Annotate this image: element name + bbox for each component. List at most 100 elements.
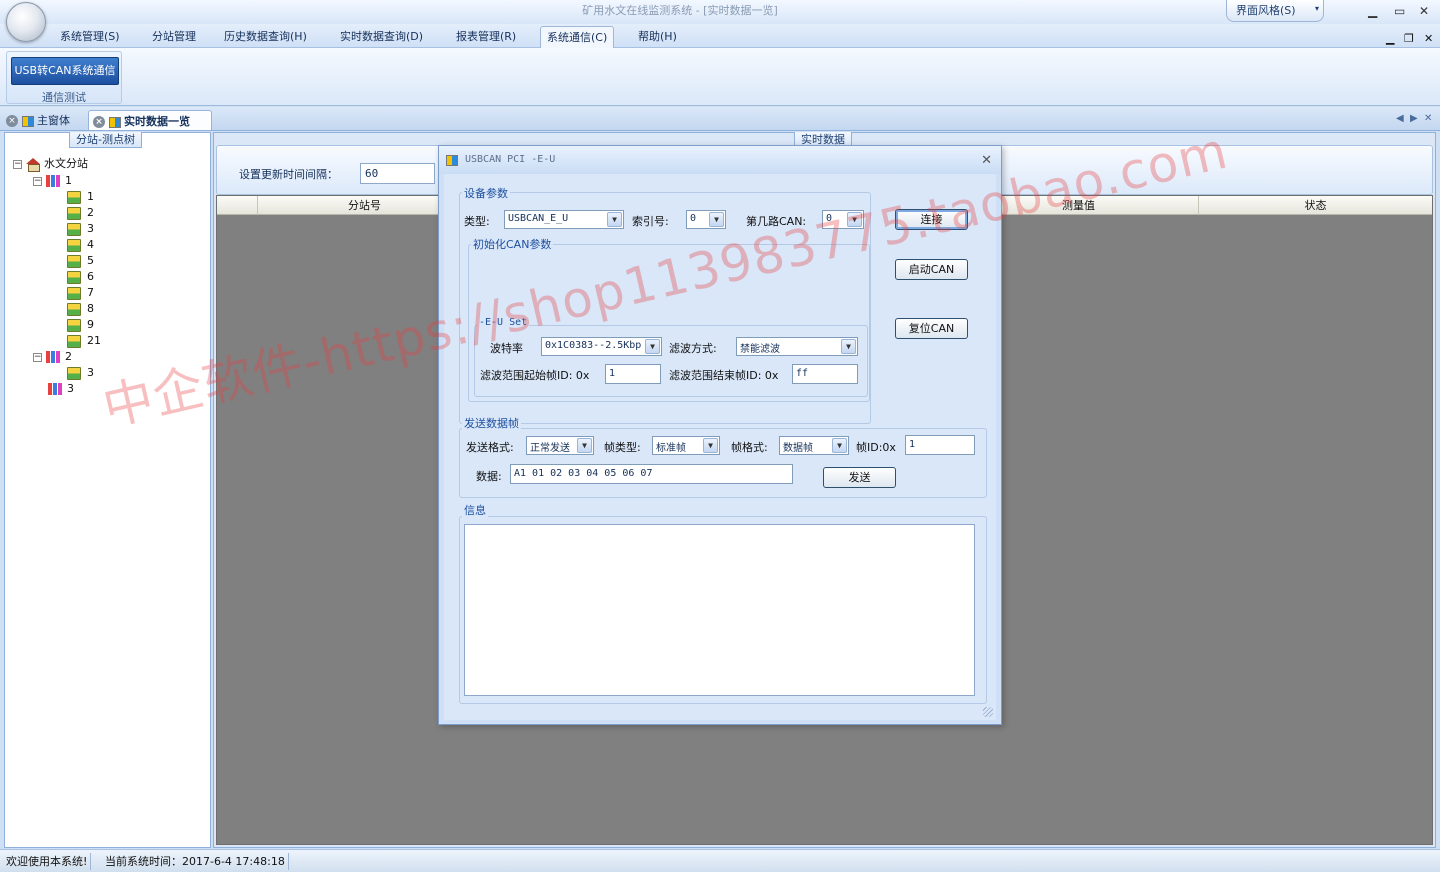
tree-node-label: 3 [87,222,94,235]
filter-start-id-input[interactable]: 1 [605,364,661,384]
index-combo-value: 0 [690,213,697,224]
chevron-down-icon: ▾ [1314,4,1319,13]
menu-substation-management[interactable]: 分站管理 [152,28,196,44]
resize-grip-icon[interactable] [983,707,993,717]
tree-node-label: 水文分站 [44,157,88,170]
menu-history-query[interactable]: 历史数据查询(H) [224,28,307,44]
tree-node-point[interactable]: 4 [67,237,94,253]
tree-node-point[interactable]: 2 [67,205,94,221]
tree-node-label: 1 [65,174,72,187]
mdi-minimize-button[interactable]: ▁ [1386,32,1394,45]
send-button[interactable]: 发送 [823,467,896,488]
mdi-close-button[interactable]: ✕ [1424,32,1433,45]
frame-id-input[interactable]: 1 [905,435,975,455]
send-format-combo-value: 正常发送 [530,443,570,454]
tree-node-station[interactable]: 3 [48,381,74,397]
station-tree-panel: 分站-测点树 − 水文分站 −1 1 2 3 4 5 6 7 8 9 21 −2 … [4,132,211,848]
tree-node-point[interactable]: 3 [67,365,94,381]
mdi-tab-strip: × 主窗体 × 实时数据一览 ◀ ▶ ✕ [0,107,1440,131]
tab-scroll-right-icon[interactable]: ▶ [1410,113,1418,124]
filter-end-id-label: 滤波范围结束帧ID: 0x [669,369,779,382]
node-icon [67,270,81,284]
menu-realtime-query[interactable]: 实时数据查询(D) [340,28,423,44]
dialog-title: USBCAN PCI -E-U [465,154,556,165]
tree-node-point[interactable]: 21 [67,333,101,349]
tree-node-point[interactable]: 3 [67,221,94,237]
node-icon [67,302,81,316]
tree-node-station[interactable]: −2 [33,349,72,365]
close-icon[interactable]: × [93,116,105,128]
collapse-icon[interactable]: − [13,159,22,169]
info-textarea[interactable] [464,524,975,696]
start-can-button[interactable]: 启动CAN [895,259,968,280]
connect-button[interactable]: 连接 [895,209,968,230]
tree-node-label: 8 [87,302,94,315]
chevron-down-icon[interactable]: ▼ [607,212,622,227]
frame-format-combo-value: 数据帧 [783,443,813,454]
frame-type-label: 帧类型: [604,441,641,454]
tree-node-station[interactable]: −1 [33,173,72,189]
node-icon [67,366,81,380]
tree-node-point[interactable]: 5 [67,253,94,269]
baud-combo[interactable]: 0x1C0383--2.5Kbp ▼ [541,337,662,356]
tree-node-point[interactable]: 8 [67,301,94,317]
can-channel-combo-value: 0 [826,213,833,224]
tab-main-window[interactable]: × 主窗体 [2,110,86,130]
node-icon [67,238,81,252]
menu-system-communication[interactable]: 系统通信(C) [540,26,615,48]
collapse-icon[interactable]: − [33,176,42,186]
index-combo[interactable]: 0 ▼ [686,210,726,229]
ribbon-group-comm-test: USB转CAN系统通信 通信测试 [6,51,122,104]
usb-can-comm-button[interactable]: USB转CAN系统通信 [11,57,119,85]
collapse-icon[interactable]: − [33,352,42,362]
dialog-close-button[interactable]: ✕ [981,153,992,168]
index-label: 索引号: [632,215,669,228]
interval-input[interactable]: 60 [360,163,435,184]
chevron-down-icon[interactable]: ▼ [645,339,660,354]
chevron-down-icon[interactable]: ▼ [577,438,592,453]
menu-system-management[interactable]: 系统管理(S) [60,28,120,44]
tab-realtime-data[interactable]: × 实时数据一览 [88,110,212,130]
frame-type-combo[interactable]: 标准帧 ▼ [652,436,720,455]
tree-node-label: 6 [87,270,94,283]
ribbon-group-label: 通信测试 [42,91,86,104]
mdi-restore-button[interactable]: ❐ [1404,32,1414,45]
app-orb-button[interactable] [6,2,46,42]
tree-node-point[interactable]: 7 [67,285,94,301]
tree-node-point[interactable]: 1 [67,189,94,205]
home-icon [26,158,40,172]
can-channel-combo[interactable]: 0 ▼ [822,210,864,229]
chevron-down-icon[interactable]: ▼ [847,212,862,227]
tree-node-point[interactable]: 9 [67,317,94,333]
maximize-window-button[interactable]: ▭ [1394,4,1405,18]
data-input[interactable]: A1 01 02 03 04 05 06 07 [510,464,793,484]
tree-node-label: 7 [87,286,94,299]
skin-style-button[interactable]: 界面风格(S) ▾ [1226,0,1324,22]
close-icon[interactable]: × [6,115,18,127]
close-window-button[interactable]: ✕ [1419,4,1429,18]
filter-mode-combo[interactable]: 禁能滤波 ▼ [736,337,858,356]
send-format-combo[interactable]: 正常发送 ▼ [526,436,594,455]
node-icon [67,254,81,268]
frame-id-label: 帧ID:0x [856,441,896,454]
chevron-down-icon[interactable]: ▼ [703,438,718,453]
menu-report-management[interactable]: 报表管理(R) [456,28,516,44]
chevron-down-icon[interactable]: ▼ [832,438,847,453]
menu-help[interactable]: 帮助(H) [638,28,677,44]
filter-end-id-input[interactable]: ff [792,364,858,384]
usbcan-dialog: USBCAN PCI -E-U ✕ 设备参数 类型: USBCAN_E_U ▼ 索… [438,145,1002,725]
column-header-status[interactable]: 状态 [1198,196,1432,215]
tree-node-root[interactable]: − 水文分站 [13,156,88,172]
tab-scroll-left-icon[interactable]: ◀ [1396,113,1404,124]
minimize-window-button[interactable]: ▁ [1368,4,1377,18]
reset-can-button[interactable]: 复位CAN [895,318,968,339]
tab-close-icon[interactable]: ✕ [1424,113,1432,124]
tree-node-point[interactable]: 6 [67,269,94,285]
node-icon [67,190,81,204]
chevron-down-icon[interactable]: ▼ [709,212,724,227]
dialog-title-bar[interactable]: USBCAN PCI -E-U ✕ [439,146,1001,174]
type-combo[interactable]: USBCAN_E_U ▼ [504,210,624,229]
frame-format-combo[interactable]: 数据帧 ▼ [779,436,849,455]
chevron-down-icon[interactable]: ▼ [841,339,856,354]
window-icon [109,116,121,128]
